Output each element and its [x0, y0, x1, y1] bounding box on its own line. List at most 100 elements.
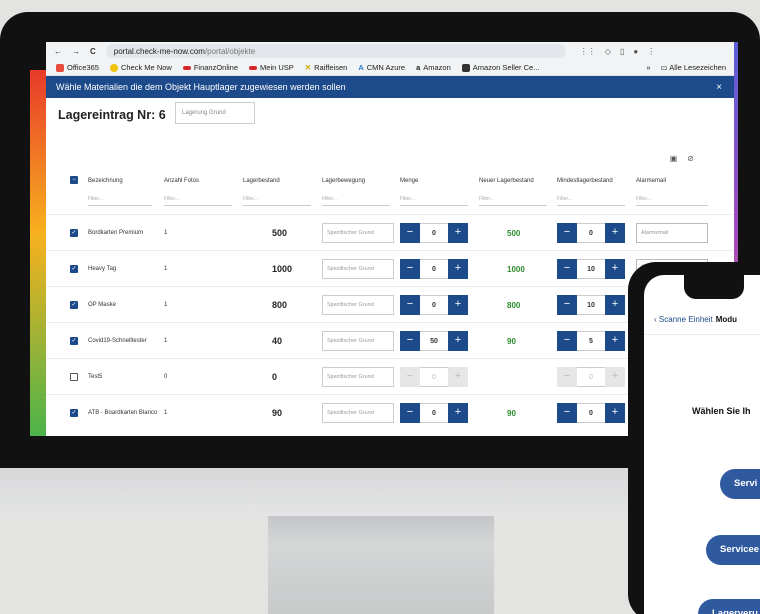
menge-stepper[interactable]: −0 + [400, 295, 468, 315]
bookmark-checkmenow[interactable]: Check Me Now [109, 63, 172, 72]
plus-button[interactable]: + [448, 403, 468, 423]
mindest-value[interactable]: 5 [577, 331, 605, 351]
filter-input[interactable]: Filter... [243, 196, 311, 206]
bookmark-meinusp[interactable]: Mein USP [249, 63, 294, 72]
spezifischer-grund-input[interactable]: Spezifischer Grund [322, 331, 394, 351]
filter-input[interactable]: Filter... [88, 196, 152, 206]
col-mindestlagerbestand[interactable]: Mindestlagerbestand [557, 178, 613, 184]
menge-value[interactable]: 0 [420, 403, 448, 423]
minus-button[interactable]: − [400, 331, 420, 351]
back-link[interactable]: Scanne Einheit [659, 315, 713, 324]
filter-input[interactable]: Filter... [322, 196, 390, 206]
plus-button[interactable]: + [448, 223, 468, 243]
profile-avatar[interactable]: ● [633, 47, 638, 56]
minus-button[interactable]: − [557, 403, 577, 423]
menge-value[interactable]: 0 [420, 223, 448, 243]
col-lagerbewegung[interactable]: Lagerbewegung [322, 178, 365, 184]
hide-icon[interactable]: ⊘ [687, 154, 694, 163]
more-bookmarks-button[interactable]: » [646, 63, 650, 72]
menge-stepper[interactable]: −0 + [400, 367, 468, 387]
bookmark-raiffeisen[interactable]: ✕ Raiffeisen [305, 63, 348, 72]
minus-button[interactable]: − [400, 295, 420, 315]
bookmark-office365[interactable]: Office365 [56, 63, 99, 72]
mindest-value[interactable]: 10 [577, 295, 605, 315]
plus-button[interactable]: + [605, 259, 625, 279]
bookmark-amazon[interactable]: a Amazon [416, 63, 451, 72]
mindest-stepper[interactable]: −0 + [557, 403, 625, 423]
plus-button[interactable]: + [448, 331, 468, 351]
menge-stepper[interactable]: −50 + [400, 331, 468, 351]
mindest-value[interactable]: 0 [577, 403, 605, 423]
back-chevron-icon[interactable]: ‹ [654, 315, 657, 324]
minus-button[interactable]: − [400, 403, 420, 423]
extensions-icon[interactable]: ⋮⋮ [580, 47, 596, 56]
minus-button[interactable]: − [557, 295, 577, 315]
minus-button[interactable]: − [557, 259, 577, 279]
mindest-value[interactable]: 0 [577, 367, 605, 387]
plus-button[interactable]: + [605, 223, 625, 243]
mindest-stepper[interactable]: −0 + [557, 223, 625, 243]
plus-button[interactable]: + [605, 295, 625, 315]
col-anzahl-fotos[interactable]: Anzahl Fotos [164, 178, 199, 184]
minus-button[interactable]: − [400, 223, 420, 243]
menge-stepper[interactable]: −0 + [400, 223, 468, 243]
bookmark-cmnazure[interactable]: A CMN Azure [358, 63, 405, 72]
plus-button[interactable]: + [605, 367, 625, 387]
spezifischer-grund-input[interactable]: Spezifischer Grund [322, 223, 394, 243]
col-menge[interactable]: Menge [400, 178, 418, 184]
row-checkbox[interactable]: ✓ [70, 301, 78, 309]
plus-button[interactable]: + [448, 259, 468, 279]
mindest-value[interactable]: 0 [577, 223, 605, 243]
spezifischer-grund-input[interactable]: Spezifischer Grund [322, 367, 394, 387]
mindest-stepper[interactable]: −10 + [557, 259, 625, 279]
minus-button[interactable]: − [557, 223, 577, 243]
back-arrow-icon[interactable]: ← [54, 47, 62, 56]
plus-button[interactable]: + [448, 295, 468, 315]
row-checkbox[interactable]: ✓ [70, 409, 78, 417]
filter-input[interactable]: Filter... [400, 196, 468, 206]
bookmark-finanzonline[interactable]: FinanzOnline [182, 63, 238, 72]
close-icon[interactable]: × [716, 82, 722, 93]
mindest-stepper[interactable]: −0 + [557, 367, 625, 387]
phone-button[interactable]: Lagerveru [698, 599, 760, 614]
minus-button[interactable]: − [557, 367, 577, 387]
row-checkbox[interactable]: ✓ [70, 337, 78, 345]
filter-input[interactable]: Filter... [479, 196, 547, 206]
mindest-stepper[interactable]: −10 + [557, 295, 625, 315]
mindest-value[interactable]: 10 [577, 259, 605, 279]
forward-arrow-icon[interactable]: → [72, 47, 80, 56]
minus-button[interactable]: − [400, 367, 420, 387]
reload-icon[interactable]: C [90, 47, 96, 56]
menge-value[interactable]: 0 [420, 259, 448, 279]
menge-stepper[interactable]: −0 + [400, 259, 468, 279]
spezifischer-grund-input[interactable]: Spezifischer Grund [322, 259, 394, 279]
phone-button[interactable]: Servi [720, 469, 760, 499]
filter-input[interactable]: Filter... [164, 196, 232, 206]
alarmemail-input[interactable]: Alarmemail [636, 223, 708, 243]
minus-button[interactable]: − [400, 259, 420, 279]
minus-button[interactable]: − [557, 331, 577, 351]
menu-icon[interactable]: ⋮ [647, 47, 655, 56]
address-bar[interactable]: portal.check-me-now.com/portal/objekte [105, 44, 566, 58]
filter-input[interactable]: Filter... [557, 196, 625, 206]
menge-value[interactable]: 50 [420, 331, 448, 351]
col-bezeichnung[interactable]: Bezeichnung [88, 178, 123, 184]
sidepanel-icon[interactable]: ▯ [620, 47, 624, 56]
puzzle-icon[interactable]: ◇ [605, 47, 611, 56]
menge-value[interactable]: 0 [420, 295, 448, 315]
filter-input[interactable]: Filter... [636, 196, 708, 206]
lagerung-grund-input[interactable]: Lagerung Grund [175, 102, 255, 124]
all-bookmarks-button[interactable]: ▭ Alle Lesezeichen [661, 63, 726, 72]
col-alarmemail[interactable]: Alarmemail [636, 178, 666, 184]
spezifischer-grund-input[interactable]: Spezifischer Grund [322, 295, 394, 315]
plus-button[interactable]: + [605, 331, 625, 351]
save-icon[interactable]: ▣ [670, 154, 678, 163]
select-all-checkbox[interactable]: − [70, 176, 78, 184]
row-checkbox[interactable]: ✓ [70, 229, 78, 237]
phone-button[interactable]: Servicee [706, 535, 760, 565]
plus-button[interactable]: + [448, 367, 468, 387]
menge-value[interactable]: 0 [420, 367, 448, 387]
row-checkbox[interactable]: ✓ [70, 265, 78, 273]
row-checkbox[interactable] [70, 373, 78, 381]
spezifischer-grund-input[interactable]: Spezifischer Grund [322, 403, 394, 423]
